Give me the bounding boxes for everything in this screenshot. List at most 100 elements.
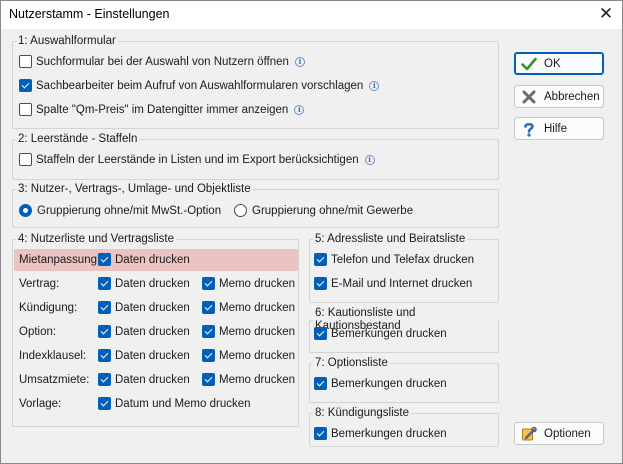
checkbox-vorlage[interactable]: Datum und Memo drucken — [98, 397, 251, 410]
checkbox-box[interactable] — [202, 277, 215, 290]
window-title: Nutzerstamm - Einstellungen — [9, 7, 170, 21]
checkbox-mietanpassung-daten[interactable]: Daten drucken — [98, 253, 190, 266]
checkbox-label: Memo drucken — [219, 325, 296, 338]
checkbox-sachbearbeiter[interactable]: Sachbearbeiter beim Aufruf von Auswahlfo… — [19, 79, 380, 92]
question-icon — [520, 120, 538, 138]
checkbox-box[interactable] — [98, 397, 111, 410]
checkbox-label: Memo drucken — [219, 301, 296, 314]
checkbox-label: Daten drucken — [115, 277, 190, 290]
checkbox-box[interactable] — [98, 277, 111, 290]
checkbox-kuendigung-daten[interactable]: Daten drucken — [98, 301, 190, 314]
options-button-label: Optionen — [544, 427, 591, 440]
checkbox-label: Telefon und Telefax drucken — [331, 253, 474, 266]
ok-button[interactable]: OK — [514, 52, 604, 75]
checkbox-box[interactable] — [98, 301, 111, 314]
checkbox-suchformular[interactable]: Suchformular bei der Auswahl von Nutzern… — [19, 55, 305, 68]
radio-button[interactable] — [19, 204, 32, 217]
title-bar: Nutzerstamm - Einstellungen ✕ — [1, 1, 622, 29]
checkbox-label: Daten drucken — [115, 325, 190, 338]
checkbox-label: Spalte "Qm-Preis" im Datengitter immer a… — [36, 103, 289, 116]
row-label-indexklausel: Indexklausel: — [19, 350, 87, 362]
checkbox-box[interactable] — [314, 377, 327, 390]
checkbox-box[interactable] — [202, 301, 215, 314]
radio-button[interactable] — [234, 204, 247, 217]
checkbox-label: Daten drucken — [115, 301, 190, 314]
row-label-umsatzmiete: Umsatzmiete: — [19, 374, 90, 386]
checkbox-kaution-bemerkungen[interactable]: Bemerkungen drucken — [314, 327, 447, 340]
checkbox-indexklausel-memo[interactable]: Memo drucken — [202, 349, 295, 362]
checkbox-umsatzmiete-daten[interactable]: Daten drucken — [98, 373, 190, 386]
checkbox-box[interactable] — [19, 79, 32, 92]
checkbox-box[interactable] — [314, 253, 327, 266]
checkbox-label: Suchformular bei der Auswahl von Nutzern… — [36, 55, 289, 68]
checkbox-label: Staffeln der Leerstände in Listen und im… — [36, 153, 359, 166]
checkbox-option-memo[interactable]: Memo drucken — [202, 325, 295, 338]
info-icon[interactable]: i — [364, 154, 375, 165]
options-button[interactable]: Optionen — [514, 422, 604, 445]
radio-gewerbe[interactable]: Gruppierung ohne/mit Gewerbe — [234, 204, 413, 217]
group-legend: 7: Optionsliste — [315, 357, 388, 369]
checkbox-label: Bemerkungen drucken — [331, 427, 447, 440]
checkbox-label: E-Mail und Internet drucken — [331, 277, 473, 290]
radio-mwst-option[interactable]: Gruppierung ohne/mit MwSt.-Option — [19, 204, 221, 217]
checkbox-qm-preis[interactable]: Spalte "Qm-Preis" im Datengitter immer a… — [19, 103, 305, 116]
checkbox-indexklausel-daten[interactable]: Daten drucken — [98, 349, 190, 362]
row-label-option: Option: — [19, 326, 57, 338]
group-legend: 1: Auswahlformular — [18, 35, 116, 47]
checkbox-option-daten[interactable]: Daten drucken — [98, 325, 190, 338]
radio-label: Gruppierung ohne/mit Gewerbe — [252, 204, 414, 217]
ok-button-label: OK — [544, 57, 561, 70]
checkbox-box[interactable] — [202, 325, 215, 338]
checkbox-box[interactable] — [98, 349, 111, 362]
checkbox-email[interactable]: E-Mail und Internet drucken — [314, 277, 472, 290]
checkbox-label: Bemerkungen drucken — [331, 327, 447, 340]
checkbox-box[interactable] — [98, 325, 111, 338]
checkbox-label: Daten drucken — [115, 253, 190, 266]
checkbox-box[interactable] — [19, 55, 32, 68]
checkbox-umsatzmiete-memo[interactable]: Memo drucken — [202, 373, 295, 386]
checkbox-box[interactable] — [98, 373, 111, 386]
group-legend: 5: Adressliste und Beiratsliste — [315, 233, 466, 245]
group-legend: 3: Nutzer-, Vertrags-, Umlage- und Objek… — [18, 183, 251, 195]
checkbox-box[interactable] — [202, 349, 215, 362]
checkbox-telefon[interactable]: Telefon und Telefax drucken — [314, 253, 474, 266]
info-icon[interactable]: i — [294, 104, 305, 115]
checkbox-box[interactable] — [19, 153, 32, 166]
cancel-button-label: Abbrechen — [544, 90, 600, 103]
checkbox-box[interactable] — [314, 327, 327, 340]
checkbox-box[interactable] — [314, 427, 327, 440]
checkbox-label: Datum und Memo drucken — [115, 397, 251, 410]
checkbox-vertrag-daten[interactable]: Daten drucken — [98, 277, 190, 290]
checkbox-label: Sachbearbeiter beim Aufruf von Auswahlfo… — [36, 79, 364, 92]
checkbox-kuendigung-memo[interactable]: Memo drucken — [202, 301, 295, 314]
checkbox-vertrag-memo[interactable]: Memo drucken — [202, 277, 295, 290]
row-label-vorlage: Vorlage: — [19, 398, 62, 410]
checkbox-box[interactable] — [98, 253, 111, 266]
checkbox-label: Memo drucken — [219, 349, 296, 362]
info-icon[interactable]: i — [369, 80, 380, 91]
help-button-label: Hilfe — [544, 122, 568, 135]
checkbox-label: Daten drucken — [115, 373, 190, 386]
close-icon[interactable]: ✕ — [596, 4, 616, 24]
checkbox-box[interactable] — [202, 373, 215, 386]
checkbox-label: Daten drucken — [115, 349, 190, 362]
row-label-kuendigung: Kündigung: — [19, 302, 78, 314]
row-label-mietanpassung: Mietanpassung: — [19, 254, 101, 266]
group-legend: 8: Kündigungsliste — [315, 407, 409, 419]
checkbox-label: Memo drucken — [219, 373, 296, 386]
checkbox-box[interactable] — [314, 277, 327, 290]
group-legend: 2: Leerstände - Staffeln — [18, 133, 138, 145]
help-button[interactable]: Hilfe — [514, 117, 604, 140]
cancel-button[interactable]: Abbrechen — [514, 85, 604, 108]
group-adressliste: 5: Adressliste und Beiratsliste — [309, 233, 499, 303]
checkbox-kuendigung-bemerkungen[interactable]: Bemerkungen drucken — [314, 427, 447, 440]
wrench-icon — [520, 425, 538, 443]
dialog-window: Nutzerstamm - Einstellungen ✕ 1: Auswahl… — [0, 0, 623, 464]
info-icon[interactable]: i — [294, 56, 305, 67]
checkbox-label: Memo drucken — [219, 277, 296, 290]
checkbox-options-bemerkungen[interactable]: Bemerkungen drucken — [314, 377, 447, 390]
checkbox-box[interactable] — [19, 103, 32, 116]
checkmark-icon — [520, 55, 538, 73]
checkbox-staffeln[interactable]: Staffeln der Leerstände in Listen und im… — [19, 153, 375, 166]
row-label-vertrag: Vertrag: — [19, 278, 60, 290]
